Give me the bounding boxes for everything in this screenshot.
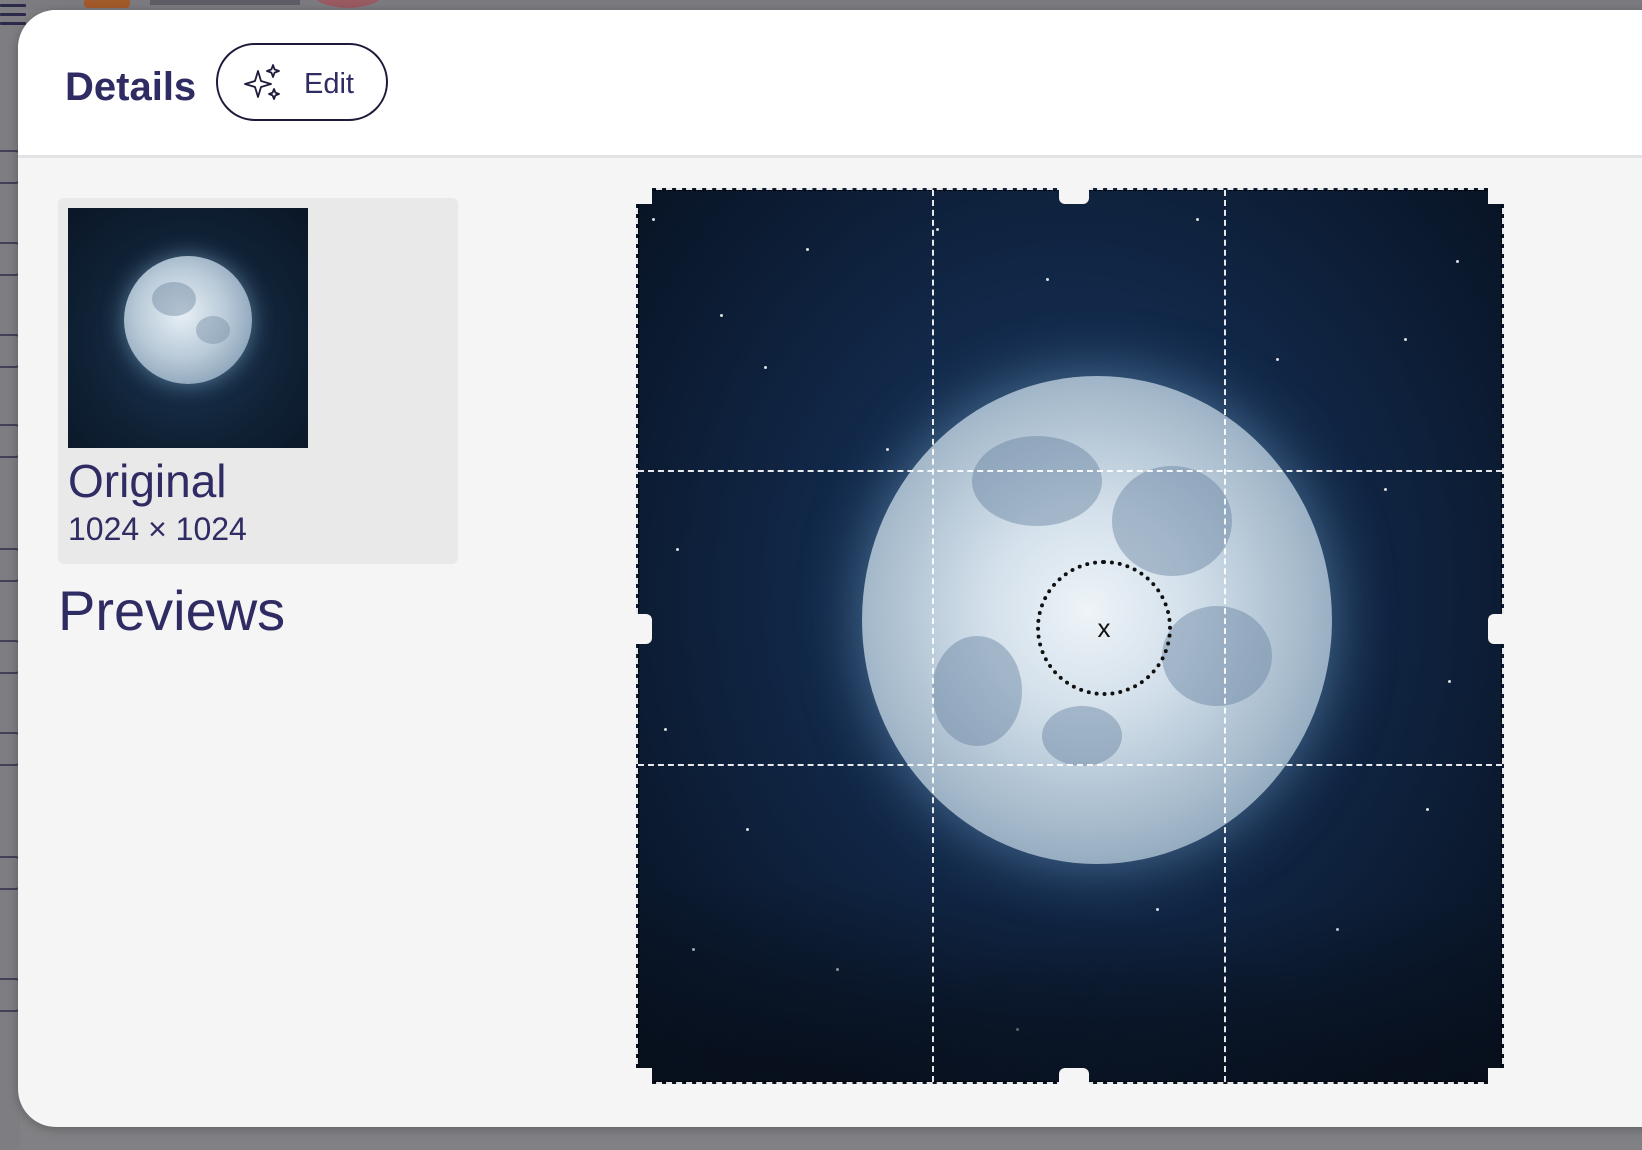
- crop-corner-top-left[interactable]: [636, 188, 652, 204]
- chart-icon: [0, 856, 20, 890]
- list-icon: [0, 548, 20, 582]
- grid-line-vertical: [1224, 190, 1226, 1082]
- crop-handle-right[interactable]: [1488, 614, 1504, 644]
- focal-point-handle[interactable]: x: [1036, 560, 1172, 696]
- original-dimensions: 1024 × 1024: [68, 511, 247, 547]
- crop-corner-top-right[interactable]: [1488, 188, 1504, 204]
- edit-button-label: Edit: [304, 68, 354, 100]
- grid-line-horizontal: [638, 764, 1502, 766]
- settings-icon: [0, 978, 20, 1012]
- document-icon: [0, 640, 20, 674]
- layout-icon: [0, 334, 20, 368]
- edit-button[interactable]: Edit: [216, 43, 388, 121]
- thumbnail-moon: [124, 256, 252, 384]
- crop-handle-left[interactable]: [636, 614, 652, 644]
- focal-point-label: x: [1097, 613, 1111, 643]
- original-image-card[interactable]: Original 1024 × 1024: [58, 198, 458, 564]
- original-thumbnail: [68, 208, 308, 448]
- grid-line-vertical: [932, 190, 934, 1082]
- background-sidebar: [0, 0, 20, 1150]
- modal-header: Details Edit: [18, 10, 1642, 158]
- original-label: Original: [68, 455, 227, 507]
- sparkles-icon: [244, 64, 280, 100]
- background-title: [150, 0, 300, 5]
- table-icon: [0, 424, 20, 458]
- page-title: Details: [65, 65, 197, 109]
- folder-icon: [0, 732, 20, 766]
- grid-line-horizontal: [638, 470, 1502, 472]
- image-icon: [0, 242, 20, 276]
- crop-corner-bottom-right[interactable]: [1488, 1068, 1504, 1084]
- crop-handle-bottom[interactable]: [1059, 1068, 1089, 1084]
- app-logo: [84, 0, 130, 8]
- crop-corner-bottom-left[interactable]: [636, 1068, 652, 1084]
- crop-handle-top[interactable]: [1059, 188, 1089, 204]
- pencil-icon: [0, 150, 20, 184]
- previews-heading: Previews: [58, 579, 286, 642]
